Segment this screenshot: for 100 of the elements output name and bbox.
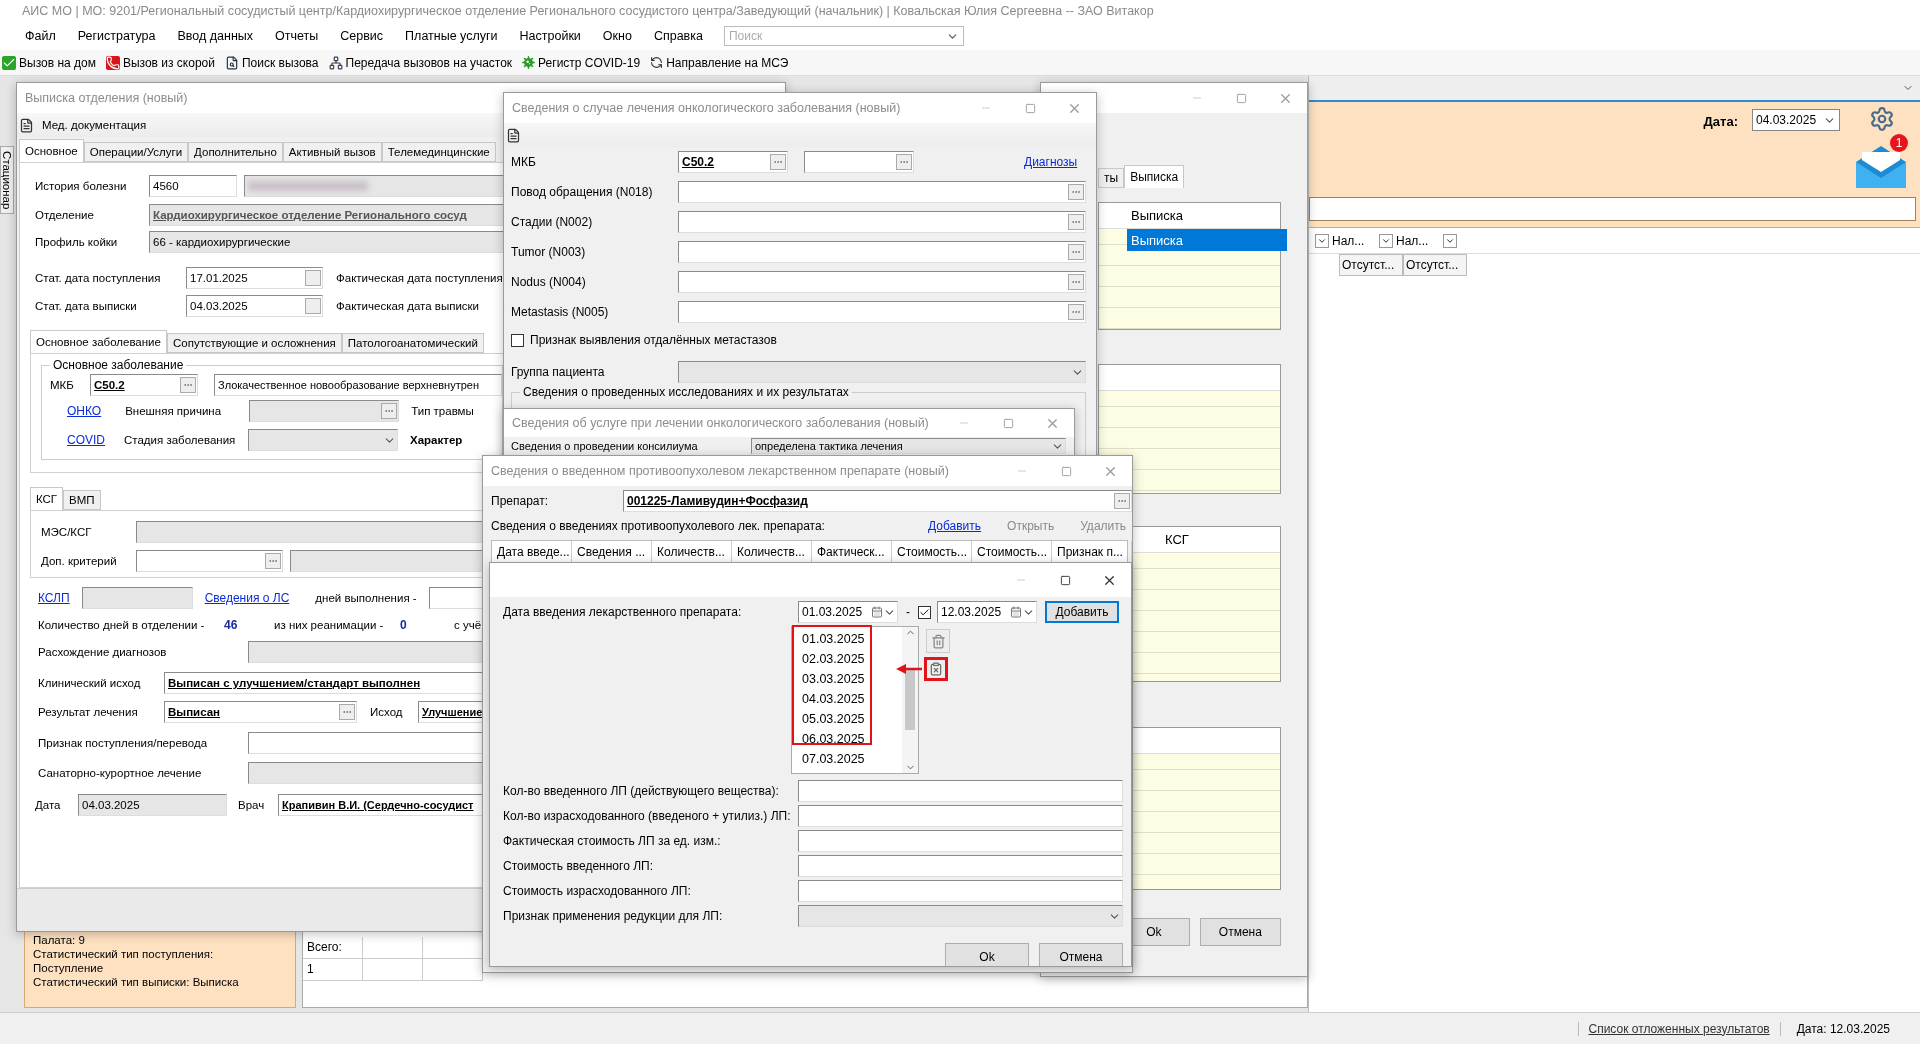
diagnosis-field: Злокачественное новообразование верхневнутрен [214,374,502,396]
field-label: Клинический исход [38,677,142,689]
diagnoses-link[interactable]: Диагнозы [1024,155,1078,169]
add-button[interactable]: Добавить [1045,601,1119,623]
tab[interactable]: Сопутствующие и осложнения [166,333,342,353]
table-cell: 1 [303,959,363,981]
window-title: Сведения о случае лечения онкологического заболевания (новый) [512,101,901,115]
menu-item[interactable]: Сервис [329,29,395,43]
list-item[interactable]: 03.03.2025 [802,669,902,689]
side-tab[interactable]: Стационар [0,146,14,215]
tab[interactable]: Активный вызов [282,142,382,162]
date-field[interactable]: 04.03.2025 [1752,109,1840,131]
covid-link[interactable]: COVID [67,433,105,447]
list-item[interactable]: 05.03.2025 [802,709,902,729]
range-separator: - [906,605,910,619]
toolbar-button[interactable]: Регистр COVID-19 [522,55,641,70]
list-item[interactable]: 02.03.2025 [802,649,902,669]
date-field: 04.03.2025 [78,794,227,816]
date-field[interactable]: 04.03.2025 [186,295,323,317]
field-label: Профиль койки [35,236,119,248]
list-item[interactable]: 04.03.2025 [802,689,902,709]
field-label: Признак поступления/перевода [38,737,209,749]
dialog-button[interactable]: Отмена [1039,943,1123,966]
mkb-field[interactable]: C50.2 [90,374,198,396]
date-to-field[interactable]: 12.03.2025 [937,601,1037,623]
history-field[interactable]: 4560 [149,175,237,197]
onko-link[interactable]: ОНКО [67,404,102,418]
tab[interactable]: Патологоанатомический [341,333,484,353]
reanimation-value: 0 [400,618,408,632]
field-label: Доп. критерий [41,555,118,567]
field-label: Кол-во израсходованного (введеного + утилиз.) ЛП: [503,809,792,823]
tab[interactable]: КСГ [30,487,64,510]
menu-item[interactable]: Регистратура [66,29,167,43]
toolbar-button[interactable]: Поиск вызова [225,55,319,70]
field-label: Nodus (N004) [511,275,587,289]
drug-info-link[interactable]: Сведения о ЛС [204,591,290,605]
field-label: Отделение [35,209,95,221]
menu-item[interactable]: Платные услуги [394,29,509,43]
menu-item[interactable]: Настройки [508,29,592,43]
list-item[interactable]: 06.03.2025 [802,729,902,749]
field-label: История болезни [35,180,128,192]
action-link[interactable]: Добавить [928,519,982,533]
grid-row[interactable]: Выписка [1127,229,1287,251]
date-from-field[interactable]: 01.03.2025 [798,601,898,623]
field-label: Фактическая стоимость ЛП за ед. изм.: [503,834,722,848]
toolbar-menu[interactable]: Мед. документация [42,119,147,131]
dialog-button[interactable]: Ok [945,943,1029,966]
field-label: Внешняя причина [125,405,223,417]
dropdown-field[interactable]: определена тактика лечения [751,438,1066,454]
menu-item[interactable]: Окно [591,29,643,43]
toolbar-button[interactable]: Вызов из скорой [105,55,215,70]
toolbar-button[interactable]: Вызов на дом [2,55,96,70]
field-label: Сведения о проведении консилиума [511,440,699,452]
dialog-button[interactable]: Отмена [1199,918,1281,946]
field-label: Препарат: [491,494,550,508]
menu-item[interactable]: Файл [14,29,67,43]
column-header: Выписка [1130,207,1185,225]
tab[interactable]: Выписка [1124,165,1185,188]
result-field[interactable]: Выписан [164,701,357,723]
toolbar-button[interactable]: Передача вызовов на участок [328,55,513,70]
field-label: МЭС/КСГ [41,526,93,538]
window-title: Сведения о введенном противоопухолевом лекарственном препарате (новый) [491,464,949,478]
column-header[interactable]: Нал... [1396,233,1440,248]
tab[interactable]: Основное заболевание [30,330,167,353]
mkb-field[interactable]: C50.2 [678,151,788,173]
tab[interactable]: Телемединцинские [381,142,496,162]
deferred-results-link[interactable]: Список отложенных результатов [1577,1021,1780,1036]
status-date: Дата: 12.03.2025 [1779,1021,1920,1036]
kslp-link[interactable]: КСЛП [38,591,70,605]
field-label: Характер [410,434,463,446]
date-list[interactable]: 01.03.2025 02.03.2025 03.03.2025 04.03.2025 05.03.2025 06.03.2025 07.03.2025 [791,626,919,774]
date-field[interactable]: 17.01.2025 [186,267,323,289]
info-text: Статистический тип поступления: [33,947,215,961]
group-title: Основное заболевание [52,358,185,372]
menu-item[interactable]: Справка [642,29,714,43]
list-item[interactable]: 01.03.2025 [802,629,902,649]
tab[interactable]: ты [1098,168,1125,188]
tab[interactable]: ВМП [63,490,101,510]
menu-item[interactable]: Ввод данных [166,29,265,43]
column-header[interactable]: Нал... [1332,233,1376,248]
field-label: Стат. дата поступления [35,272,162,284]
field-label: МКБ [50,379,75,391]
window-title: АИС МО | МО: 9201/Региональный сосудистый центр/Кардиохирургическое отделение Регионального сосудистого центра/Заведующий (начальник) | Ковальская Юлия Сергеевна -- ЗАО Витакор [0,0,1920,22]
tab[interactable]: Основное [19,139,84,162]
days-value: 46 [224,618,239,632]
field-label: Стадии (N002) [511,215,594,229]
list-item[interactable]: 07.03.2025 [802,749,902,769]
field-label: Стат. дата выписки [35,300,138,312]
drug-field[interactable]: 001225-Ламивудин+Фосфазид [623,490,1132,512]
field-label: Расхождение диагнозов [38,646,168,658]
window-title: Выписка отделения (новый) [25,91,188,105]
tab[interactable]: Дополнительно [188,142,283,162]
menu-item[interactable]: Отчеты [264,29,330,43]
toolbar-button[interactable]: Направление на МСЭ [650,55,789,70]
field-label: Tumor (N003) [511,245,587,259]
field-label: Фактическая дата поступления [336,272,503,284]
tab[interactable]: Операции/Услуги [83,142,189,162]
field-label: Metastasis (N005) [511,305,610,319]
field-label: из них реанимации - [274,619,385,631]
column-header: КСГ [1164,531,1190,549]
